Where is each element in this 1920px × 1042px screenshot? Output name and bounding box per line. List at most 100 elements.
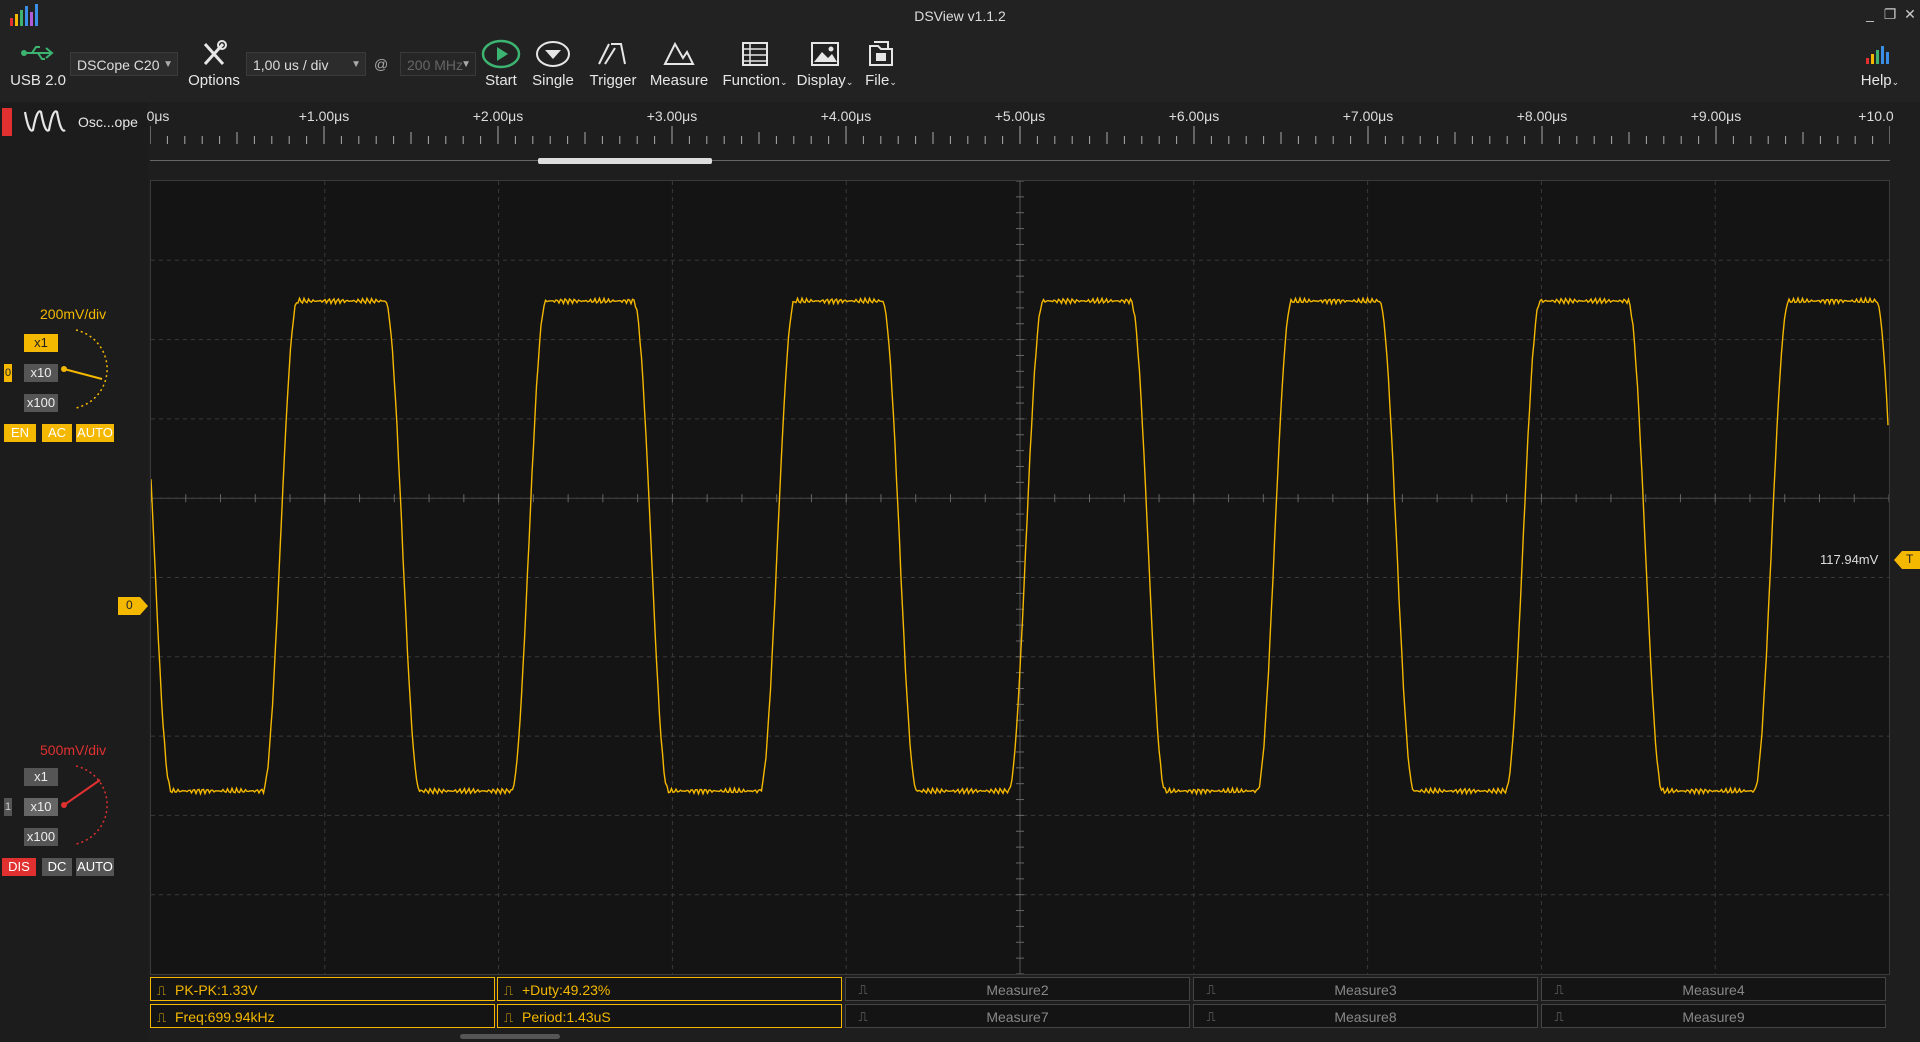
ch1-vdiv-knob[interactable] [56, 760, 116, 850]
display-label: Display⌄ [794, 72, 856, 89]
measurement-slot[interactable]: ⎍ Measure4 [1541, 977, 1886, 1001]
function-button[interactable]: Function⌄ [720, 38, 790, 89]
trigger-level-marker[interactable]: T [1894, 551, 1920, 569]
ch1-probe-x100-button[interactable]: x100 [24, 828, 58, 846]
ch0-zero-marker[interactable]: 0 [118, 597, 148, 615]
restore-button[interactable]: ❐ [1880, 4, 1900, 24]
measurement-label: Measure3 [1334, 982, 1397, 998]
measurement-slot[interactable]: ⎍ PK-PK:1.33V [150, 977, 495, 1001]
chevron-down-icon: ▼ [461, 59, 471, 70]
pulse-measure-icon: ⎍ [157, 983, 167, 998]
measurement-slot[interactable]: ⎍ Freq:699.94kHz [150, 1004, 495, 1028]
ch0-auto-button[interactable]: AUTO [76, 424, 114, 442]
ch1-vdiv-label: 500mV/div [40, 742, 107, 758]
samplerate-value: 200 MHz [407, 57, 464, 73]
measurement-label: Measure7 [986, 1009, 1049, 1025]
ch0-probe-x1-button[interactable]: x1 [24, 334, 58, 352]
at-symbol: @ [374, 56, 389, 72]
ruler-tick-label: +8.00μs [1516, 108, 1568, 124]
single-capture-icon [528, 38, 578, 72]
help-button[interactable]: Help⌄ [1852, 38, 1908, 89]
samplerate-select[interactable]: 200 MHz ▼ [400, 52, 476, 76]
horizontal-scrollbar[interactable] [460, 1034, 560, 1039]
measurement-slot[interactable]: ⎍ Period:1.43uS [497, 1004, 842, 1028]
pulse-measure-icon: ⎍ [858, 982, 868, 997]
measurement-slot[interactable]: ⎍ Measure9 [1541, 1004, 1886, 1028]
file-icon [860, 38, 902, 72]
chevron-down-icon: ⌄ [889, 77, 897, 87]
ruler-tick-label: +3.00μs [646, 108, 698, 124]
ch1-coupling-button[interactable]: DC [42, 858, 72, 876]
options-label: Options [188, 72, 240, 89]
measure-label: Measure [649, 72, 709, 89]
timebase-select[interactable]: 1,00 us / div ▼ [246, 52, 366, 76]
ch1-probe-x1-button[interactable]: x1 [24, 768, 58, 786]
pulse-measure-icon: ⎍ [1554, 982, 1564, 997]
minimize-button[interactable]: _ [1860, 4, 1880, 24]
window-title: DSView v1.1.2 [914, 8, 1006, 24]
measure-icon [646, 38, 712, 72]
ch0-enable-button[interactable]: EN [4, 424, 36, 442]
ruler-tick-label: +4.00μs [820, 108, 872, 124]
device-select[interactable]: DSCope C20 ▼ [70, 52, 178, 76]
device-name: DSCope C20 [77, 57, 160, 73]
file-button[interactable]: File⌄ [860, 38, 902, 89]
help-icon [1852, 38, 1908, 72]
measurement-slot[interactable]: ⎍ Measure8 [1193, 1004, 1538, 1028]
close-button[interactable]: ✕ [1900, 4, 1920, 24]
overview-viewport-handle[interactable] [538, 158, 712, 164]
scope-display[interactable] [150, 180, 1890, 975]
start-button[interactable]: Start [478, 38, 524, 89]
single-button[interactable]: Single [528, 38, 578, 89]
overview-track [150, 160, 1890, 161]
ch1-enable-button[interactable]: DIS [2, 858, 36, 876]
measurement-slot[interactable]: ⎍ Measure7 [845, 1004, 1190, 1028]
chevron-down-icon: ⌄ [845, 77, 854, 87]
pulse-measure-icon: ⎍ [157, 1010, 167, 1025]
measurement-label: +Duty:49.23% [522, 982, 611, 998]
ch1-index-tab[interactable]: 1 [4, 798, 12, 816]
measurement-label: Measure4 [1682, 982, 1745, 998]
usb-icon [8, 38, 68, 72]
ch0-coupling-button[interactable]: AC [42, 424, 72, 442]
measurement-label: Period:1.43uS [522, 1009, 611, 1025]
chevron-down-icon: ⌄ [1891, 77, 1900, 87]
ch0-probe-x100-button[interactable]: x100 [24, 394, 58, 412]
timebase-value: 1,00 us / div [253, 57, 329, 73]
display-button[interactable]: Display⌄ [794, 38, 856, 89]
trigger-icon [584, 38, 642, 72]
file-text: File [865, 72, 890, 89]
ch0-probe-x10-button[interactable]: x10 [24, 364, 58, 382]
mode-indicator [2, 108, 12, 136]
pulse-measure-icon: ⎍ [504, 1010, 514, 1025]
ch1-probe-x10-button[interactable]: x10 [24, 798, 58, 816]
trigger-button[interactable]: Trigger [584, 38, 642, 89]
measurement-label: Measure2 [986, 982, 1049, 998]
measurement-slot[interactable]: ⎍ Measure3 [1193, 977, 1538, 1001]
mode-label[interactable]: Osc...ope [78, 114, 138, 130]
wrench-icon [182, 38, 246, 72]
measure-button[interactable]: Measure [646, 38, 712, 89]
display-text: Display [796, 72, 846, 89]
usb-status: USB 2.0 [8, 38, 68, 89]
pulse-measure-icon: ⎍ [1554, 1009, 1564, 1024]
pulse-measure-icon: ⎍ [504, 983, 514, 998]
measurement-slot[interactable]: ⎍ Measure2 [845, 977, 1190, 1001]
ch1-auto-button[interactable]: AUTO [76, 858, 114, 876]
chevron-down-icon: ▼ [163, 59, 173, 70]
display-icon [794, 38, 856, 72]
function-text: Function [722, 72, 780, 89]
oscilloscope-mode-icon[interactable] [22, 106, 70, 136]
time-ruler-ticks [149, 126, 1891, 152]
chevron-down-icon: ▼ [351, 59, 361, 70]
function-label: Function⌄ [720, 72, 790, 89]
options-button[interactable]: Options [182, 38, 246, 89]
ch0-vdiv-knob[interactable] [56, 324, 116, 414]
ch0-index-tab[interactable]: 0 [4, 364, 12, 382]
file-label: File⌄ [860, 72, 902, 89]
measurement-slot[interactable]: ⎍ +Duty:49.23% [497, 977, 842, 1001]
measurement-label: PK-PK:1.33V [175, 982, 258, 998]
trigger-marker-label: T [1906, 552, 1914, 566]
ruler-tick-label: +7.00μs [1342, 108, 1394, 124]
ruler-tick-label: +1.00μs [298, 108, 350, 124]
